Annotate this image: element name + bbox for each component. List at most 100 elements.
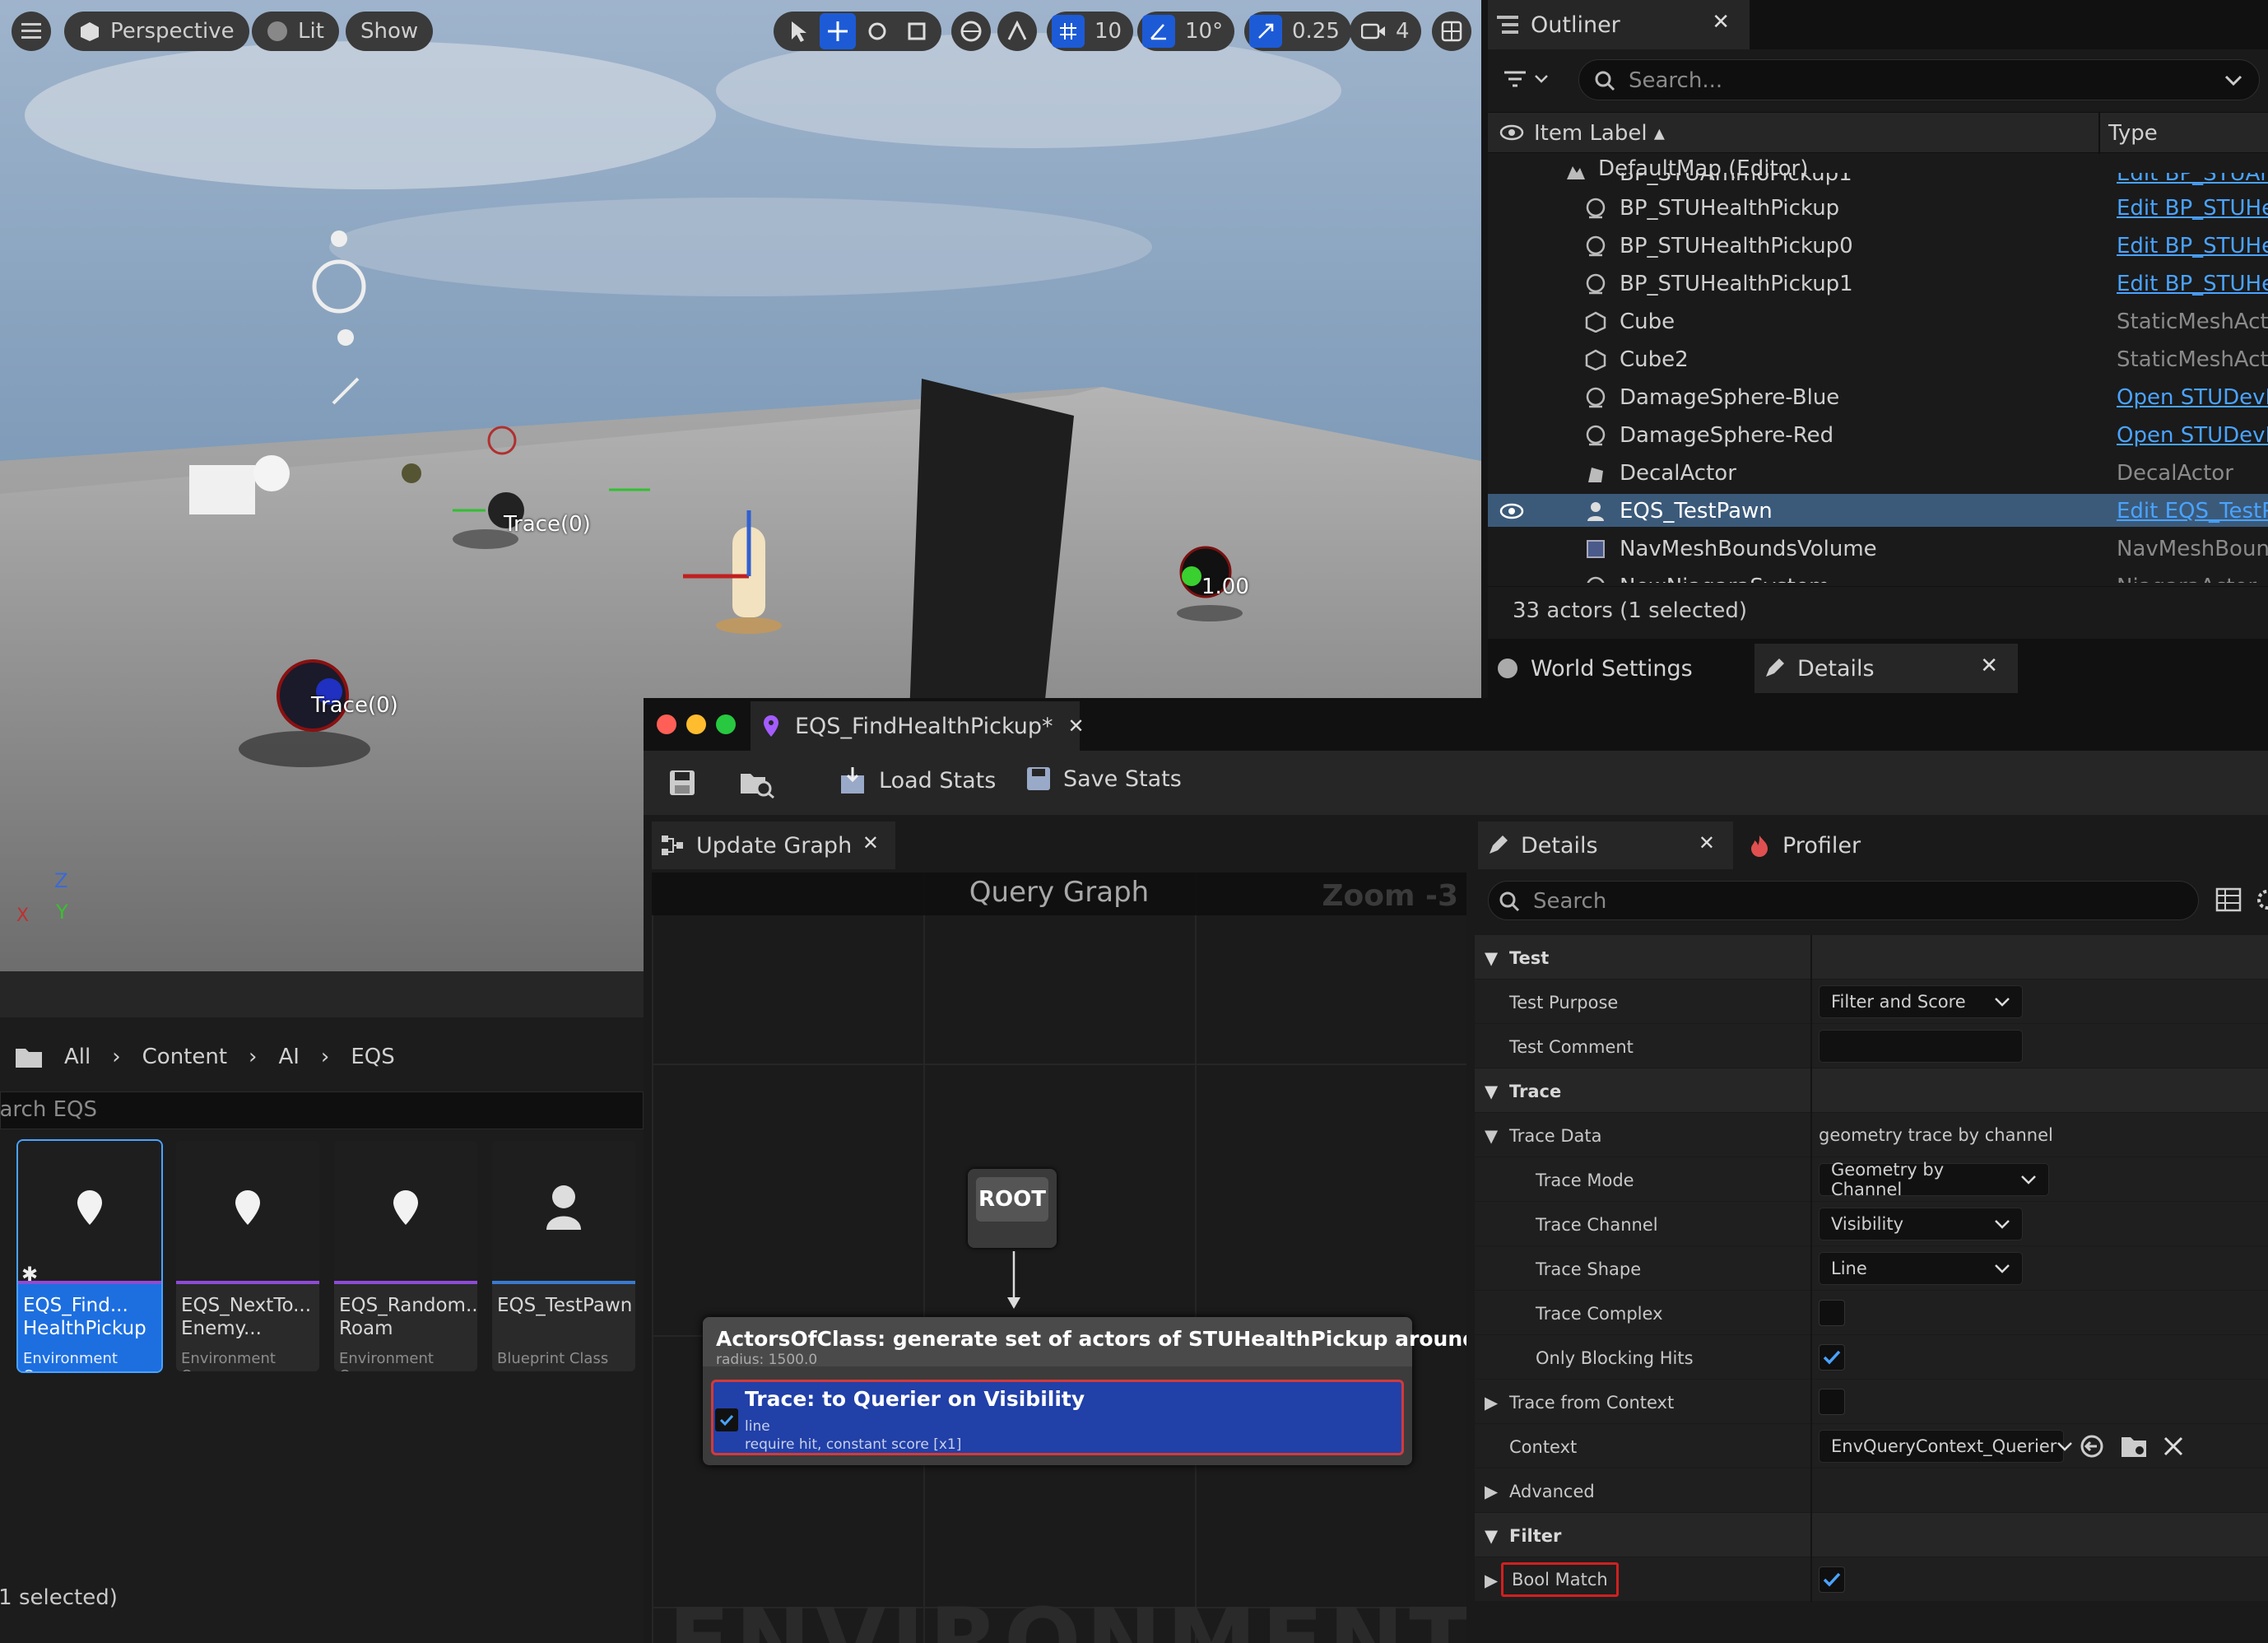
only-blocking-hits-checkbox[interactable] xyxy=(1819,1344,1845,1371)
trace-test-node[interactable]: Trace: to Querier on Visibility line req… xyxy=(711,1380,1404,1455)
tab-update-graph[interactable]: Update Graph ✕ xyxy=(652,822,895,869)
camera-speed-button[interactable]: 4 xyxy=(1350,12,1421,51)
category-test[interactable]: ▼ Test xyxy=(1475,935,2268,980)
list-item[interactable]: NewNiagaraSystem NiagaraActor xyxy=(1488,570,2268,583)
trace-complex-checkbox[interactable] xyxy=(1819,1300,1845,1326)
col-item-label[interactable]: Item Label ▴ xyxy=(1534,121,1665,146)
list-item[interactable]: Cube StaticMeshActor xyxy=(1488,305,2268,337)
asset-tile[interactable]: EQS_Random... Roam Environment Query xyxy=(334,1141,477,1371)
eye-icon[interactable] xyxy=(1499,502,1524,520)
close-icon[interactable]: ✕ xyxy=(1712,10,1730,35)
list-item[interactable]: BP_STUHealthPickup0 Edit BP_STUHe xyxy=(1488,229,2268,262)
window-minimize-button[interactable] xyxy=(686,714,706,734)
surface-snap-toggle[interactable] xyxy=(997,12,1037,51)
rotate-mode-icon[interactable] xyxy=(859,13,895,49)
load-stats-button[interactable]: Load Stats xyxy=(838,766,996,795)
details-search-input[interactable]: Search xyxy=(1488,881,2199,920)
col-type[interactable]: Type xyxy=(2108,121,2158,146)
browse-folder-icon[interactable] xyxy=(2120,1434,2148,1459)
move-mode-icon[interactable] xyxy=(820,13,856,49)
settings-gear-icon[interactable] xyxy=(2255,887,2268,912)
list-item[interactable]: DamageSphere-Red Open STUDevD xyxy=(1488,418,2268,451)
content-browser: All › Content › AI › EQS Search EQS ✱EQS… xyxy=(0,971,644,1643)
show-button[interactable]: Show xyxy=(346,12,434,51)
test-comment-input[interactable] xyxy=(1819,1030,2023,1063)
item-type[interactable]: Edit BP_STUHe xyxy=(2117,234,2268,258)
perspective-button[interactable]: Perspective xyxy=(64,12,249,51)
item-type[interactable]: Edit BP_STUHe xyxy=(2117,272,2268,296)
close-icon[interactable]: ✕ xyxy=(1068,714,1085,738)
item-type[interactable]: Open STUDevD xyxy=(2117,385,2268,410)
close-icon[interactable]: ✕ xyxy=(862,831,879,854)
lit-button[interactable]: Lit xyxy=(252,12,339,51)
tab-world-settings[interactable]: World Settings xyxy=(1488,644,1748,693)
bool-match-checkbox[interactable] xyxy=(1819,1566,1845,1593)
list-item[interactable]: DecalActor DecalActor xyxy=(1488,456,2268,489)
asset-tile[interactable]: ✱EQS_Find... HealthPickupEnvironment Que… xyxy=(16,1139,163,1373)
world-local-toggle[interactable] xyxy=(951,12,991,51)
grid-snap-button[interactable]: 10 xyxy=(1047,12,1134,51)
trace-from-context-checkbox[interactable] xyxy=(1819,1389,1845,1415)
item-type[interactable]: Edit EQS_TestP xyxy=(2117,499,2268,524)
close-icon[interactable]: ✕ xyxy=(1699,831,1715,854)
chevron-down-icon[interactable] xyxy=(2224,75,2242,86)
browse-asset-icon[interactable] xyxy=(739,769,775,798)
layout-button[interactable] xyxy=(1432,12,1471,51)
list-item[interactable]: BP_STUHealthPickup Edit BP_STUHe xyxy=(1488,191,2268,224)
filter-button[interactable] xyxy=(1503,61,1560,97)
item-type[interactable]: Edit BP_STUHe xyxy=(2117,196,2268,221)
category-trace[interactable]: ▼ Trace xyxy=(1475,1068,2268,1113)
root-node[interactable]: ROOT xyxy=(968,1169,1057,1248)
breadcrumb-item[interactable]: Content xyxy=(142,1045,227,1069)
breadcrumb-item[interactable]: AI xyxy=(278,1045,299,1069)
list-item[interactable]: BP_STUHealthPickup1 Edit BP_STUHe xyxy=(1488,267,2268,300)
asset-tile[interactable]: EQS_NextTo... Enemy... Environment Query xyxy=(176,1141,319,1371)
scale-snap-button[interactable]: 0.25 xyxy=(1244,12,1351,51)
trace-mode-dropdown[interactable]: Geometry by Channel xyxy=(1819,1160,2049,1199)
use-selected-icon[interactable] xyxy=(2079,1433,2105,1459)
viewport-menu-button[interactable] xyxy=(12,12,51,51)
clear-icon[interactable] xyxy=(2163,1436,2184,1457)
graph-canvas[interactable]: Query Graph Zoom -3 ROOT ActorsOfClass: … xyxy=(652,873,1466,1643)
rotation-snap-button[interactable]: 10° xyxy=(1137,12,1235,51)
outliner-search-input[interactable]: Search... xyxy=(1578,59,2260,100)
breadcrumb-item[interactable]: EQS xyxy=(351,1045,394,1069)
test-enabled-checkbox[interactable] xyxy=(715,1408,738,1431)
list-item[interactable]: NavMeshBoundsVolume NavMeshBound xyxy=(1488,532,2268,565)
close-icon[interactable]: ✕ xyxy=(1980,654,1998,678)
tab-profiler[interactable]: Profiler xyxy=(1743,822,1908,869)
eye-icon[interactable] xyxy=(1499,123,1524,142)
list-item[interactable]: Cube2 StaticMeshActor xyxy=(1488,342,2268,375)
select-mode-icon[interactable] xyxy=(780,13,816,49)
root-connection-wire xyxy=(1007,1251,1020,1309)
property-trace-from-context[interactable]: ▶ Trace from Context xyxy=(1475,1380,2268,1424)
asset-tile[interactable]: EQS_TestPawn Blueprint Class xyxy=(492,1141,635,1371)
tab-outliner[interactable]: Outliner ✕ xyxy=(1488,0,1750,49)
tab-eqs-asset[interactable]: EQS_FindHealthPickup* ✕ xyxy=(751,701,1085,751)
property-trace-complex: Trace Complex xyxy=(1475,1291,2268,1335)
folder-icon xyxy=(15,1045,43,1068)
category-filter[interactable]: ▼ Filter xyxy=(1475,1513,2268,1557)
test-purpose-dropdown[interactable]: Filter and Score xyxy=(1819,985,2023,1018)
property-advanced[interactable]: ▶ Advanced xyxy=(1475,1468,2268,1513)
save-icon[interactable] xyxy=(668,769,696,797)
context-dropdown[interactable]: EnvQueryContext_Querier xyxy=(1819,1430,2073,1463)
list-item[interactable]: EQS_TestPawn Edit EQS_TestP xyxy=(1488,494,2268,527)
generator-node[interactable]: ActorsOfClass: generate set of actors of… xyxy=(703,1317,1466,1465)
scale-mode-icon[interactable] xyxy=(899,13,935,49)
window-zoom-button[interactable] xyxy=(716,714,736,734)
breadcrumb: All › Content › AI › EQS xyxy=(0,1017,644,1096)
window-close-button[interactable] xyxy=(657,714,676,734)
trace-channel-dropdown[interactable]: Visibility xyxy=(1819,1208,2023,1240)
trace-shape-dropdown[interactable]: Line xyxy=(1819,1252,2023,1285)
tab-eqs-details[interactable]: Details ✕ xyxy=(1478,822,1733,869)
item-type[interactable]: Open STUDevD xyxy=(2117,423,2268,448)
table-view-icon[interactable] xyxy=(2215,887,2242,912)
breadcrumb-item[interactable]: All xyxy=(64,1045,91,1069)
content-search-input[interactable]: Search EQS xyxy=(0,1091,644,1129)
tab-details[interactable]: Details ✕ xyxy=(1754,644,2018,693)
list-item[interactable]: BP_STUAmmoPickup1 Edit BP_STUAm xyxy=(1488,173,2268,191)
property-trace-data[interactable]: ▼ Trace Data geometry trace by channel xyxy=(1475,1113,2268,1157)
list-item[interactable]: DamageSphere-Blue Open STUDevD xyxy=(1488,380,2268,413)
save-stats-button[interactable]: Save Stats xyxy=(1025,766,1182,792)
